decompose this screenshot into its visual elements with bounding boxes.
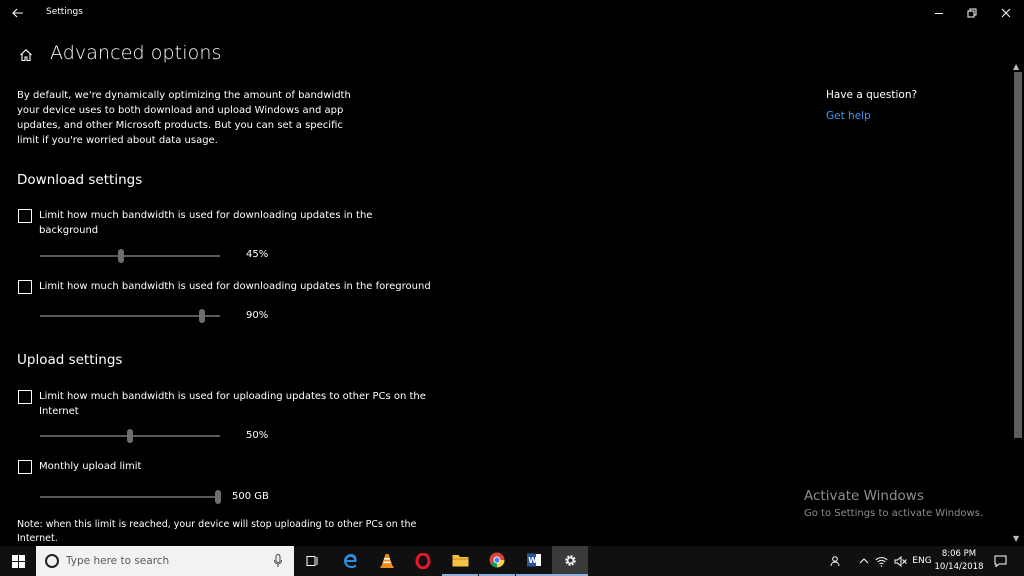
- upload-limit-option[interactable]: Limit how much bandwidth is used for upl…: [18, 389, 438, 419]
- vlc-cone-icon: [380, 554, 394, 568]
- restore-button[interactable]: [955, 0, 989, 26]
- taskbar-clock[interactable]: 8:06 PM 10/14/2018: [928, 548, 990, 574]
- title-bar: Settings: [0, 0, 1024, 26]
- chrome-icon: [489, 552, 505, 568]
- upload-limit-label: Limit how much bandwidth is used for upl…: [39, 391, 426, 417]
- window-title: Settings: [46, 7, 83, 17]
- taskbar-settings-button[interactable]: [552, 546, 588, 576]
- background-bandwidth-slider[interactable]: [40, 249, 220, 263]
- slider-track: [40, 496, 218, 498]
- foreground-limit-option[interactable]: Limit how much bandwidth is used for dow…: [18, 279, 448, 294]
- background-limit-option[interactable]: Limit how much bandwidth is used for dow…: [18, 208, 388, 238]
- monthly-limit-value: 500 GB: [232, 491, 269, 502]
- action-center-button[interactable]: [990, 546, 1010, 576]
- close-button[interactable]: [989, 0, 1023, 26]
- close-icon: [1001, 8, 1011, 18]
- monthly-limit-checkbox[interactable]: [18, 460, 32, 474]
- slider-thumb[interactable]: [118, 249, 124, 263]
- slider-thumb[interactable]: [199, 309, 205, 323]
- arrow-left-icon: [12, 8, 23, 18]
- activate-windows-title: Activate Windows: [804, 488, 924, 504]
- background-bandwidth-value: 45%: [246, 249, 269, 260]
- svg-text:W: W: [528, 556, 537, 565]
- people-icon: [830, 556, 840, 567]
- scroll-up-icon[interactable]: ▲: [1013, 62, 1019, 71]
- background-limit-checkbox[interactable]: [18, 209, 32, 223]
- taskbar-search-box[interactable]: Type here to search: [36, 546, 294, 576]
- search-placeholder: Type here to search: [66, 555, 170, 567]
- scrollbar-thumb[interactable]: [1014, 72, 1022, 438]
- foreground-limit-label: Limit how much bandwidth is used for dow…: [39, 281, 431, 292]
- home-icon: [20, 49, 32, 62]
- wifi-icon: [874, 556, 888, 567]
- taskbar-opera-button[interactable]: [405, 546, 441, 576]
- back-button[interactable]: [4, 1, 32, 25]
- download-settings-heading: Download settings: [17, 172, 143, 188]
- start-button[interactable]: [0, 546, 36, 576]
- windows-logo-icon: [11, 554, 25, 568]
- page-title: Advanced options: [50, 42, 222, 64]
- taskbar-vlc-button[interactable]: [369, 546, 405, 576]
- upload-bandwidth-slider[interactable]: [40, 429, 220, 443]
- folder-icon: [452, 555, 468, 567]
- foreground-limit-checkbox[interactable]: [18, 280, 32, 294]
- people-button[interactable]: [826, 546, 846, 576]
- upload-limit-checkbox[interactable]: [18, 390, 32, 404]
- slider-track: [40, 255, 220, 257]
- monthly-limit-label: Monthly upload limit: [39, 461, 142, 472]
- cortana-ring-icon: [45, 554, 59, 568]
- network-button[interactable]: [872, 546, 890, 576]
- foreground-bandwidth-value: 90%: [246, 310, 269, 321]
- microphone-icon[interactable]: [274, 554, 282, 568]
- upload-bandwidth-value: 50%: [246, 430, 269, 441]
- monthly-limit-slider[interactable]: [40, 490, 221, 504]
- upload-settings-heading: Upload settings: [17, 352, 123, 368]
- scroll-down-icon[interactable]: ▼: [1013, 534, 1019, 543]
- opera-icon: [415, 553, 431, 569]
- help-heading: Have a question?: [826, 89, 918, 101]
- taskbar: Type here to search W ENG 8:06 PM 10/14/…: [0, 546, 1024, 576]
- monthly-limit-option[interactable]: Monthly upload limit: [18, 459, 318, 474]
- intro-text: By default, we're dynamically optimizing…: [17, 90, 351, 146]
- taskbar-word-button[interactable]: W: [516, 546, 552, 576]
- slider-thumb[interactable]: [127, 429, 133, 443]
- minimize-icon: [935, 13, 943, 14]
- upload-limit-note: Note: when this limit is reached, your d…: [17, 519, 417, 544]
- gear-icon: [564, 554, 576, 566]
- slider-track: [40, 315, 220, 317]
- notification-icon: [994, 555, 1006, 567]
- task-view-icon: [306, 556, 318, 566]
- edge-browser-icon: [344, 554, 357, 568]
- taskbar-chrome-button[interactable]: [479, 546, 515, 576]
- volume-button[interactable]: [891, 546, 909, 576]
- clock-time: 8:06 PM: [941, 549, 977, 559]
- chevron-up-icon: [859, 558, 869, 564]
- slider-thumb[interactable]: [215, 490, 221, 504]
- get-help-link[interactable]: Get help: [826, 110, 871, 122]
- show-hidden-icons-button[interactable]: [854, 546, 874, 576]
- taskbar-file-explorer-button[interactable]: [442, 546, 478, 576]
- activate-windows-subtitle: Go to Settings to activate Windows.: [804, 508, 984, 519]
- volume-muted-icon: [894, 555, 907, 567]
- taskbar-edge-button[interactable]: [332, 546, 368, 576]
- foreground-bandwidth-slider[interactable]: [40, 309, 220, 323]
- restore-icon: [967, 8, 977, 18]
- task-view-button[interactable]: [294, 546, 330, 576]
- word-icon: W: [527, 553, 541, 567]
- vertical-scrollbar[interactable]: ▲ ▼: [1012, 62, 1024, 546]
- clock-date: 10/14/2018: [934, 562, 984, 572]
- home-button[interactable]: [14, 43, 38, 67]
- background-limit-label: Limit how much bandwidth is used for dow…: [39, 210, 373, 236]
- minimize-button[interactable]: [922, 0, 956, 26]
